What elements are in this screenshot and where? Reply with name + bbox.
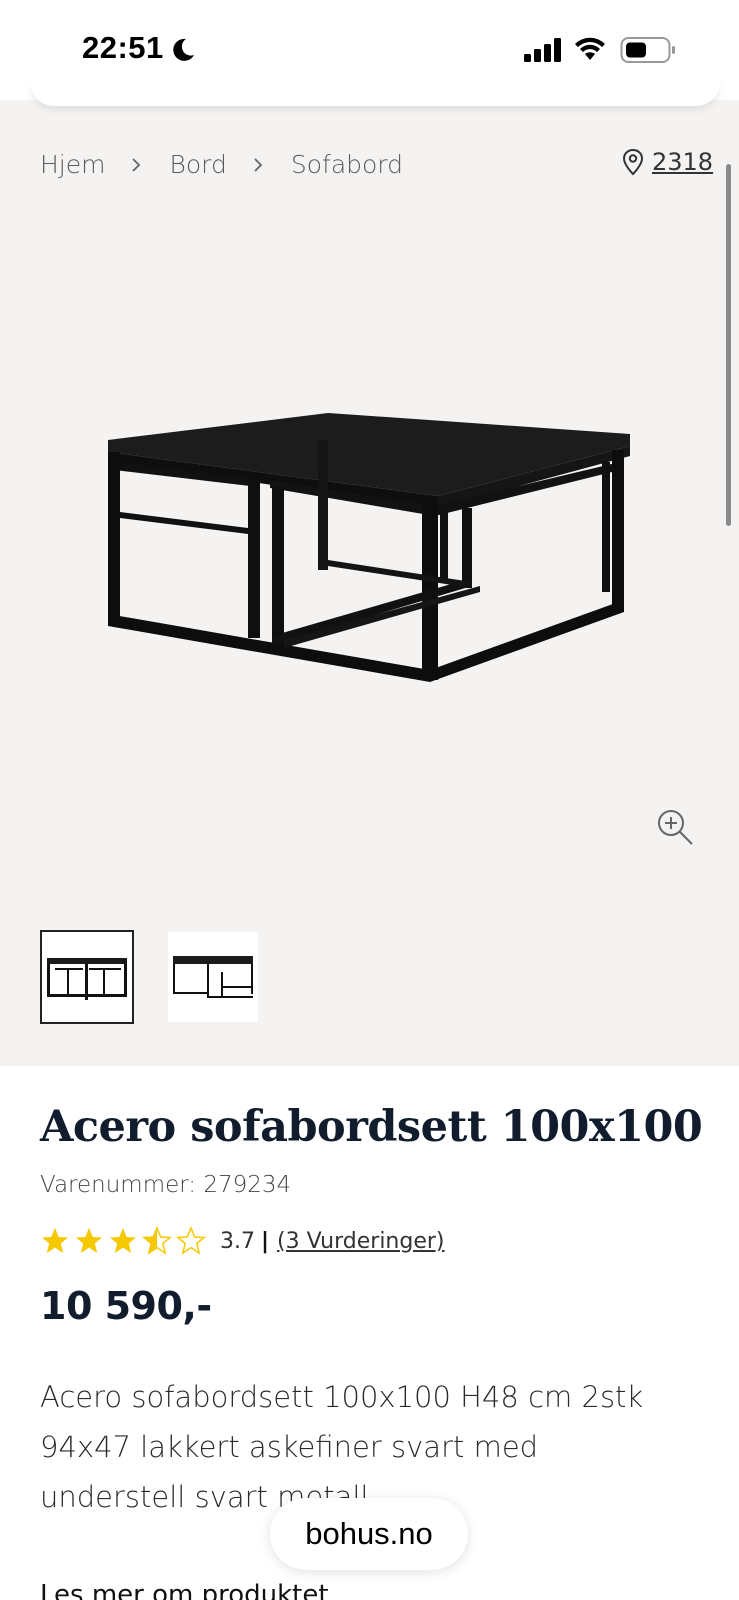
chevron-right-icon (254, 157, 263, 172)
thumbnail-2[interactable] (168, 932, 258, 1022)
wifi-icon (575, 37, 605, 60)
breadcrumb: Hjem Bord Sofabord (40, 150, 403, 179)
rating-row: 3.7 | (3 Vurderinger) (40, 1226, 445, 1256)
star-full-icon (42, 1228, 68, 1253)
scrollbar[interactable] (726, 164, 731, 526)
product-price: 10 590,- (40, 1284, 212, 1328)
signal-icon (524, 38, 561, 62)
read-more-link[interactable]: Les mer om produktet (40, 1580, 329, 1600)
browser-address-pill[interactable]: bohus.no (270, 1498, 468, 1570)
star-half-icon (142, 1226, 172, 1255)
product-image[interactable] (100, 400, 640, 700)
star-empty-icon (176, 1226, 206, 1255)
breadcrumb-sofabord[interactable]: Sofabord (291, 150, 403, 179)
store-number: 2318 (652, 148, 714, 176)
location-pin-icon (622, 148, 644, 176)
rating-separator: | (261, 1228, 270, 1254)
status-time: 22:51 (82, 30, 164, 65)
star-full-icon (76, 1228, 102, 1253)
store-selector[interactable]: 2318 (622, 148, 713, 176)
thumbnail-image (173, 956, 253, 998)
product-title: Acero sofabordsett 100x100 (40, 1102, 703, 1152)
battery-icon (620, 37, 675, 63)
thumbnail-1[interactable] (40, 930, 134, 1024)
browser-toolbar-edge (30, 82, 720, 106)
breadcrumb-bord[interactable]: Bord (169, 150, 226, 179)
breadcrumb-home[interactable]: Hjem (40, 150, 105, 179)
star-full-icon (110, 1228, 136, 1253)
zoom-in-icon[interactable] (656, 808, 694, 846)
rating-value: 3.7 (220, 1228, 255, 1254)
product-sku: Varenummer: 279234 (40, 1172, 292, 1198)
thumbnail-image (47, 958, 127, 1000)
rating-stars (40, 1226, 206, 1256)
chevron-right-icon (132, 157, 141, 172)
moon-icon (173, 38, 194, 61)
reviews-link[interactable]: (3 Vurderinger) (277, 1229, 444, 1254)
